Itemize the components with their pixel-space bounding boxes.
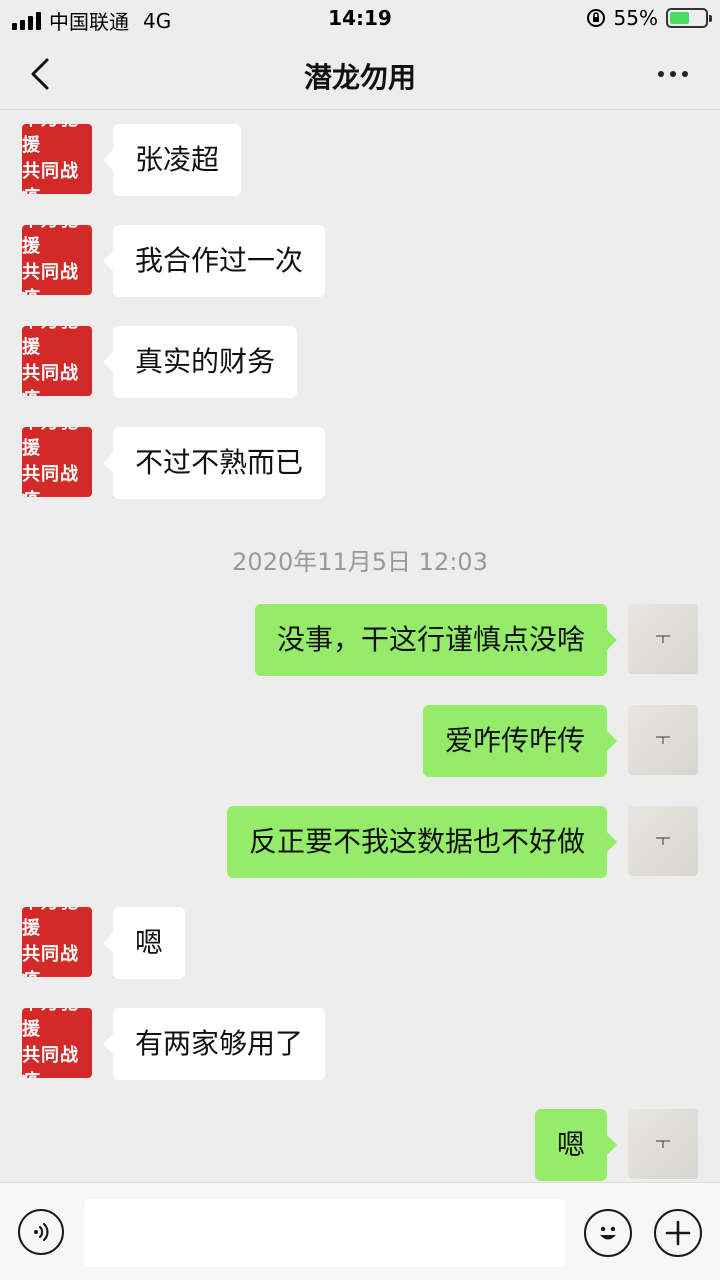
avatar-text-line2: 共同战疫 [22, 464, 79, 497]
message-row: 没事，干这行谨慎点没啥 [0, 590, 720, 676]
avatar-text-line1: 千万驰援 [22, 124, 78, 156]
message-row: 千万驰援共同战疫我合作过一次 [0, 211, 720, 297]
self-avatar[interactable] [628, 604, 698, 674]
outgoing-message-bubble[interactable]: 嗯 [534, 1109, 618, 1181]
avatar-text-line2: 共同战疫 [22, 944, 79, 977]
battery-icon [666, 8, 712, 28]
contact-avatar[interactable]: 千万驰援共同战疫 [22, 907, 92, 977]
avatar-mark-icon [656, 837, 670, 845]
message-row: 千万驰援共同战疫张凌超 [0, 110, 720, 196]
message-row: 反正要不我这数据也不好做 [0, 792, 720, 878]
message-row: 千万驰援共同战疫不过不熟而已 [0, 413, 720, 499]
chat-header: 潜龙勿用 [0, 38, 720, 110]
avatar-text-line1: 千万驰援 [22, 427, 78, 459]
contact-avatar[interactable]: 千万驰援共同战疫 [22, 1008, 92, 1078]
input-bar [0, 1182, 720, 1280]
outgoing-message-bubble[interactable]: 反正要不我这数据也不好做 [226, 806, 618, 878]
avatar-text-line1: 千万驰援 [22, 326, 78, 358]
outgoing-message-bubble[interactable]: 没事，干这行谨慎点没啥 [254, 604, 618, 676]
incoming-message-bubble[interactable]: 嗯 [102, 907, 186, 979]
more-button[interactable] [648, 54, 698, 94]
avatar-text-line2: 共同战疫 [22, 262, 79, 295]
plus-button[interactable] [654, 1209, 702, 1257]
voice-button[interactable] [18, 1209, 64, 1255]
orientation-lock-icon [586, 9, 605, 27]
incoming-message-bubble[interactable]: 真实的财务 [102, 326, 298, 398]
incoming-message-bubble[interactable]: 有两家够用了 [102, 1008, 326, 1080]
self-avatar[interactable] [628, 1109, 698, 1179]
message-row: 千万驰援共同战疫真实的财务 [0, 312, 720, 398]
incoming-message-bubble[interactable]: 不过不熟而已 [102, 427, 326, 499]
emoji-icon [600, 1226, 616, 1240]
contact-avatar[interactable]: 千万驰援共同战疫 [22, 427, 92, 497]
avatar-text-line2: 共同战疫 [22, 363, 79, 396]
avatar-text-line1: 千万驰援 [22, 225, 78, 257]
avatar-text-line2: 共同战疫 [22, 1045, 79, 1078]
avatar-text-line1: 千万驰援 [22, 1008, 78, 1040]
timestamp: 2020年11月5日 12:03 [232, 548, 488, 576]
plus-icon [665, 1220, 691, 1246]
message-row: 爱咋传咋传 [0, 691, 720, 777]
self-avatar[interactable] [628, 705, 698, 775]
contact-avatar[interactable]: 千万驰援共同战疫 [22, 326, 92, 396]
avatar-text-line1: 千万驰援 [22, 907, 78, 939]
chat-title: 潜龙勿用 [303, 61, 416, 94]
avatar-mark-icon [656, 1140, 670, 1148]
message-row: 嗯 [0, 1095, 720, 1181]
incoming-message-bubble[interactable]: 张凌超 [102, 124, 242, 196]
emoji-button[interactable] [584, 1209, 632, 1257]
message-row: 千万驰援共同战疫有两家够用了 [0, 994, 720, 1080]
message-row: 千万驰援共同战疫嗯 [0, 893, 720, 979]
status-right: 55% [586, 6, 712, 30]
avatar-text-line2: 共同战疫 [22, 161, 79, 194]
more-dots-icon [658, 71, 664, 77]
outgoing-message-bubble[interactable]: 爱咋传咋传 [422, 705, 618, 777]
voice-icon [34, 1222, 49, 1242]
chat-area[interactable]: 千万驰援共同战疫张凌超千万驰援共同战疫我合作过一次千万驰援共同战疫真实的财务千万… [0, 110, 720, 1182]
avatar-mark-icon [656, 736, 670, 744]
self-avatar[interactable] [628, 806, 698, 876]
avatar-mark-icon [656, 635, 670, 643]
contact-avatar[interactable]: 千万驰援共同战疫 [22, 124, 92, 194]
message-input[interactable] [84, 1199, 566, 1267]
status-bar: 中国联通 4G 14:19 55% [0, 0, 720, 38]
incoming-message-bubble[interactable]: 我合作过一次 [102, 225, 326, 297]
contact-avatar[interactable]: 千万驰援共同战疫 [22, 225, 92, 295]
battery-percent: 55% [613, 6, 658, 30]
